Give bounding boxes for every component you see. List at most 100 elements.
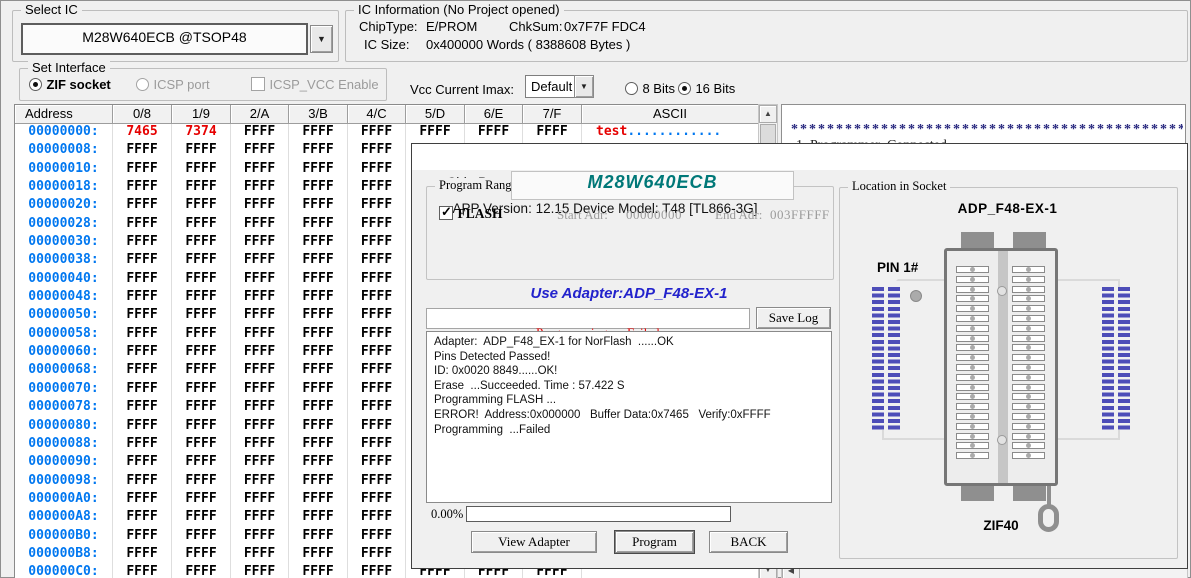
hex-cell[interactable]: FFFF — [348, 491, 406, 509]
hex-cell[interactable]: FFFF — [289, 326, 348, 344]
hex-cell[interactable]: FFFF — [348, 124, 406, 142]
hex-cell[interactable]: FFFF — [172, 289, 231, 307]
hex-cell[interactable]: 7465 — [113, 124, 172, 142]
hex-cell[interactable]: FFFF — [231, 216, 289, 234]
hex-cell[interactable]: FFFF — [113, 344, 172, 362]
hex-cell[interactable]: FFFF — [348, 289, 406, 307]
hex-cell[interactable]: FFFF — [113, 399, 172, 417]
hex-cell[interactable]: FFFF — [113, 362, 172, 380]
hex-cell[interactable]: FFFF — [113, 179, 172, 197]
hex-cell[interactable]: FFFF — [289, 381, 348, 399]
hex-cell[interactable]: FFFF — [113, 528, 172, 546]
hex-cell[interactable]: FFFF — [348, 142, 406, 160]
hex-cell[interactable]: FFFF — [231, 473, 289, 491]
hex-cell[interactable]: FFFF — [113, 418, 172, 436]
hex-cell[interactable]: FFFF — [113, 546, 172, 564]
hex-cell[interactable]: FFFF — [289, 491, 348, 509]
hex-cell[interactable]: FFFF — [289, 473, 348, 491]
hex-cell[interactable]: FFFF — [113, 509, 172, 527]
save-log-button[interactable]: Save Log — [756, 307, 831, 329]
hex-cell[interactable]: FFFF — [348, 509, 406, 527]
hex-cell[interactable]: FFFF — [348, 161, 406, 179]
zif-socket-radio[interactable]: ZIF socket — [29, 76, 111, 94]
hex-cell[interactable]: FFFF — [172, 418, 231, 436]
hex-cell[interactable]: FFFF — [231, 179, 289, 197]
hex-cell[interactable]: FFFF — [289, 546, 348, 564]
hex-cell[interactable]: FFFF — [348, 252, 406, 270]
hex-cell[interactable]: FFFF — [348, 418, 406, 436]
hex-cell[interactable]: FFFF — [289, 436, 348, 454]
hex-cell[interactable]: FFFF — [172, 271, 231, 289]
hex-column-header[interactable]: 0/8 — [113, 105, 172, 124]
hex-cell[interactable]: FFFF — [231, 271, 289, 289]
hex-cell[interactable]: FFFF — [172, 399, 231, 417]
vcc-select[interactable]: Default — [525, 75, 581, 98]
hex-cell[interactable]: FFFF — [172, 362, 231, 380]
hex-cell[interactable]: FFFF — [231, 234, 289, 252]
hex-column-header[interactable]: 5/D — [406, 105, 465, 124]
hex-cell[interactable]: FFFF — [231, 528, 289, 546]
bits16-radio[interactable]: 16 Bits — [678, 80, 735, 98]
program-log-box[interactable]: Adapter: ADP_F48_EX-1 for NorFlash .....… — [426, 331, 832, 503]
hex-cell[interactable]: FFFF — [172, 528, 231, 546]
hex-cell[interactable]: FFFF — [348, 436, 406, 454]
hex-cell[interactable]: FFFF — [113, 161, 172, 179]
hex-cell[interactable]: FFFF — [289, 216, 348, 234]
hex-cell[interactable]: FFFF — [172, 234, 231, 252]
hex-cell[interactable]: FFFF — [348, 399, 406, 417]
hex-cell[interactable]: FFFF — [348, 381, 406, 399]
ic-dropdown-button[interactable]: ▼ — [310, 25, 333, 53]
hex-cell[interactable]: FFFF — [231, 509, 289, 527]
hex-cell[interactable]: FFFF — [289, 289, 348, 307]
hex-cell[interactable]: FFFF — [231, 252, 289, 270]
hex-cell[interactable]: FFFF — [289, 179, 348, 197]
hex-cell[interactable]: FFFF — [113, 197, 172, 215]
hex-cell[interactable]: FFFF — [113, 252, 172, 270]
hex-cell[interactable]: FFFF — [172, 326, 231, 344]
hex-cell[interactable]: FFFF — [465, 124, 523, 142]
hex-cell[interactable]: FFFF — [348, 197, 406, 215]
hex-cell[interactable]: FFFF — [348, 362, 406, 380]
hex-column-header[interactable]: 6/E — [465, 105, 523, 124]
hex-cell[interactable]: FFFF — [289, 528, 348, 546]
hex-cell[interactable]: 7374 — [172, 124, 231, 142]
vcc-dropdown-button[interactable]: ▼ — [574, 75, 594, 98]
hex-cell[interactable]: FFFF — [231, 326, 289, 344]
hex-cell[interactable]: FFFF — [231, 454, 289, 472]
hex-cell[interactable]: FFFF — [172, 473, 231, 491]
hex-cell[interactable]: FFFF — [113, 564, 172, 578]
hex-column-header[interactable]: 3/B — [289, 105, 348, 124]
hex-cell[interactable]: FFFF — [172, 546, 231, 564]
hex-cell[interactable]: FFFF — [172, 381, 231, 399]
bits8-radio[interactable]: 8 Bits — [625, 80, 675, 98]
hex-cell[interactable]: FFFF — [231, 197, 289, 215]
hex-cell[interactable]: FFFF — [231, 307, 289, 325]
hex-cell[interactable]: FFFF — [289, 234, 348, 252]
hex-cell[interactable]: FFFF — [289, 399, 348, 417]
hex-cell[interactable]: FFFF — [172, 252, 231, 270]
hex-cell[interactable]: FFFF — [172, 436, 231, 454]
hex-cell[interactable]: FFFF — [113, 307, 172, 325]
hex-cell[interactable]: FFFF — [172, 491, 231, 509]
hex-cell[interactable]: FFFF — [289, 271, 348, 289]
hex-column-header[interactable]: 4/C — [348, 105, 406, 124]
view-adapter-button[interactable]: View Adapter — [471, 531, 597, 553]
hex-cell[interactable]: FFFF — [172, 197, 231, 215]
hex-cell[interactable]: FFFF — [406, 124, 465, 142]
hex-cell[interactable]: FFFF — [348, 454, 406, 472]
hex-column-header[interactable]: 1/9 — [172, 105, 231, 124]
hex-cell[interactable]: FFFF — [348, 546, 406, 564]
hex-cell[interactable]: FFFF — [289, 307, 348, 325]
hex-cell[interactable]: FFFF — [113, 271, 172, 289]
hex-cell[interactable]: FFFF — [172, 161, 231, 179]
hex-cell[interactable]: FFFF — [113, 216, 172, 234]
hex-cell[interactable]: FFFF — [172, 216, 231, 234]
hex-column-header[interactable]: Address — [15, 105, 113, 124]
table-row[interactable]: 00000000:74657374FFFFFFFFFFFFFFFFFFFFFFF… — [15, 124, 759, 142]
hex-cell[interactable]: FFFF — [231, 142, 289, 160]
hex-cell[interactable]: FFFF — [348, 307, 406, 325]
hex-cell[interactable]: FFFF — [172, 564, 231, 578]
hex-cell[interactable]: FFFF — [289, 124, 348, 142]
hex-column-header[interactable]: 2/A — [231, 105, 289, 124]
hex-cell[interactable]: FFFF — [113, 436, 172, 454]
